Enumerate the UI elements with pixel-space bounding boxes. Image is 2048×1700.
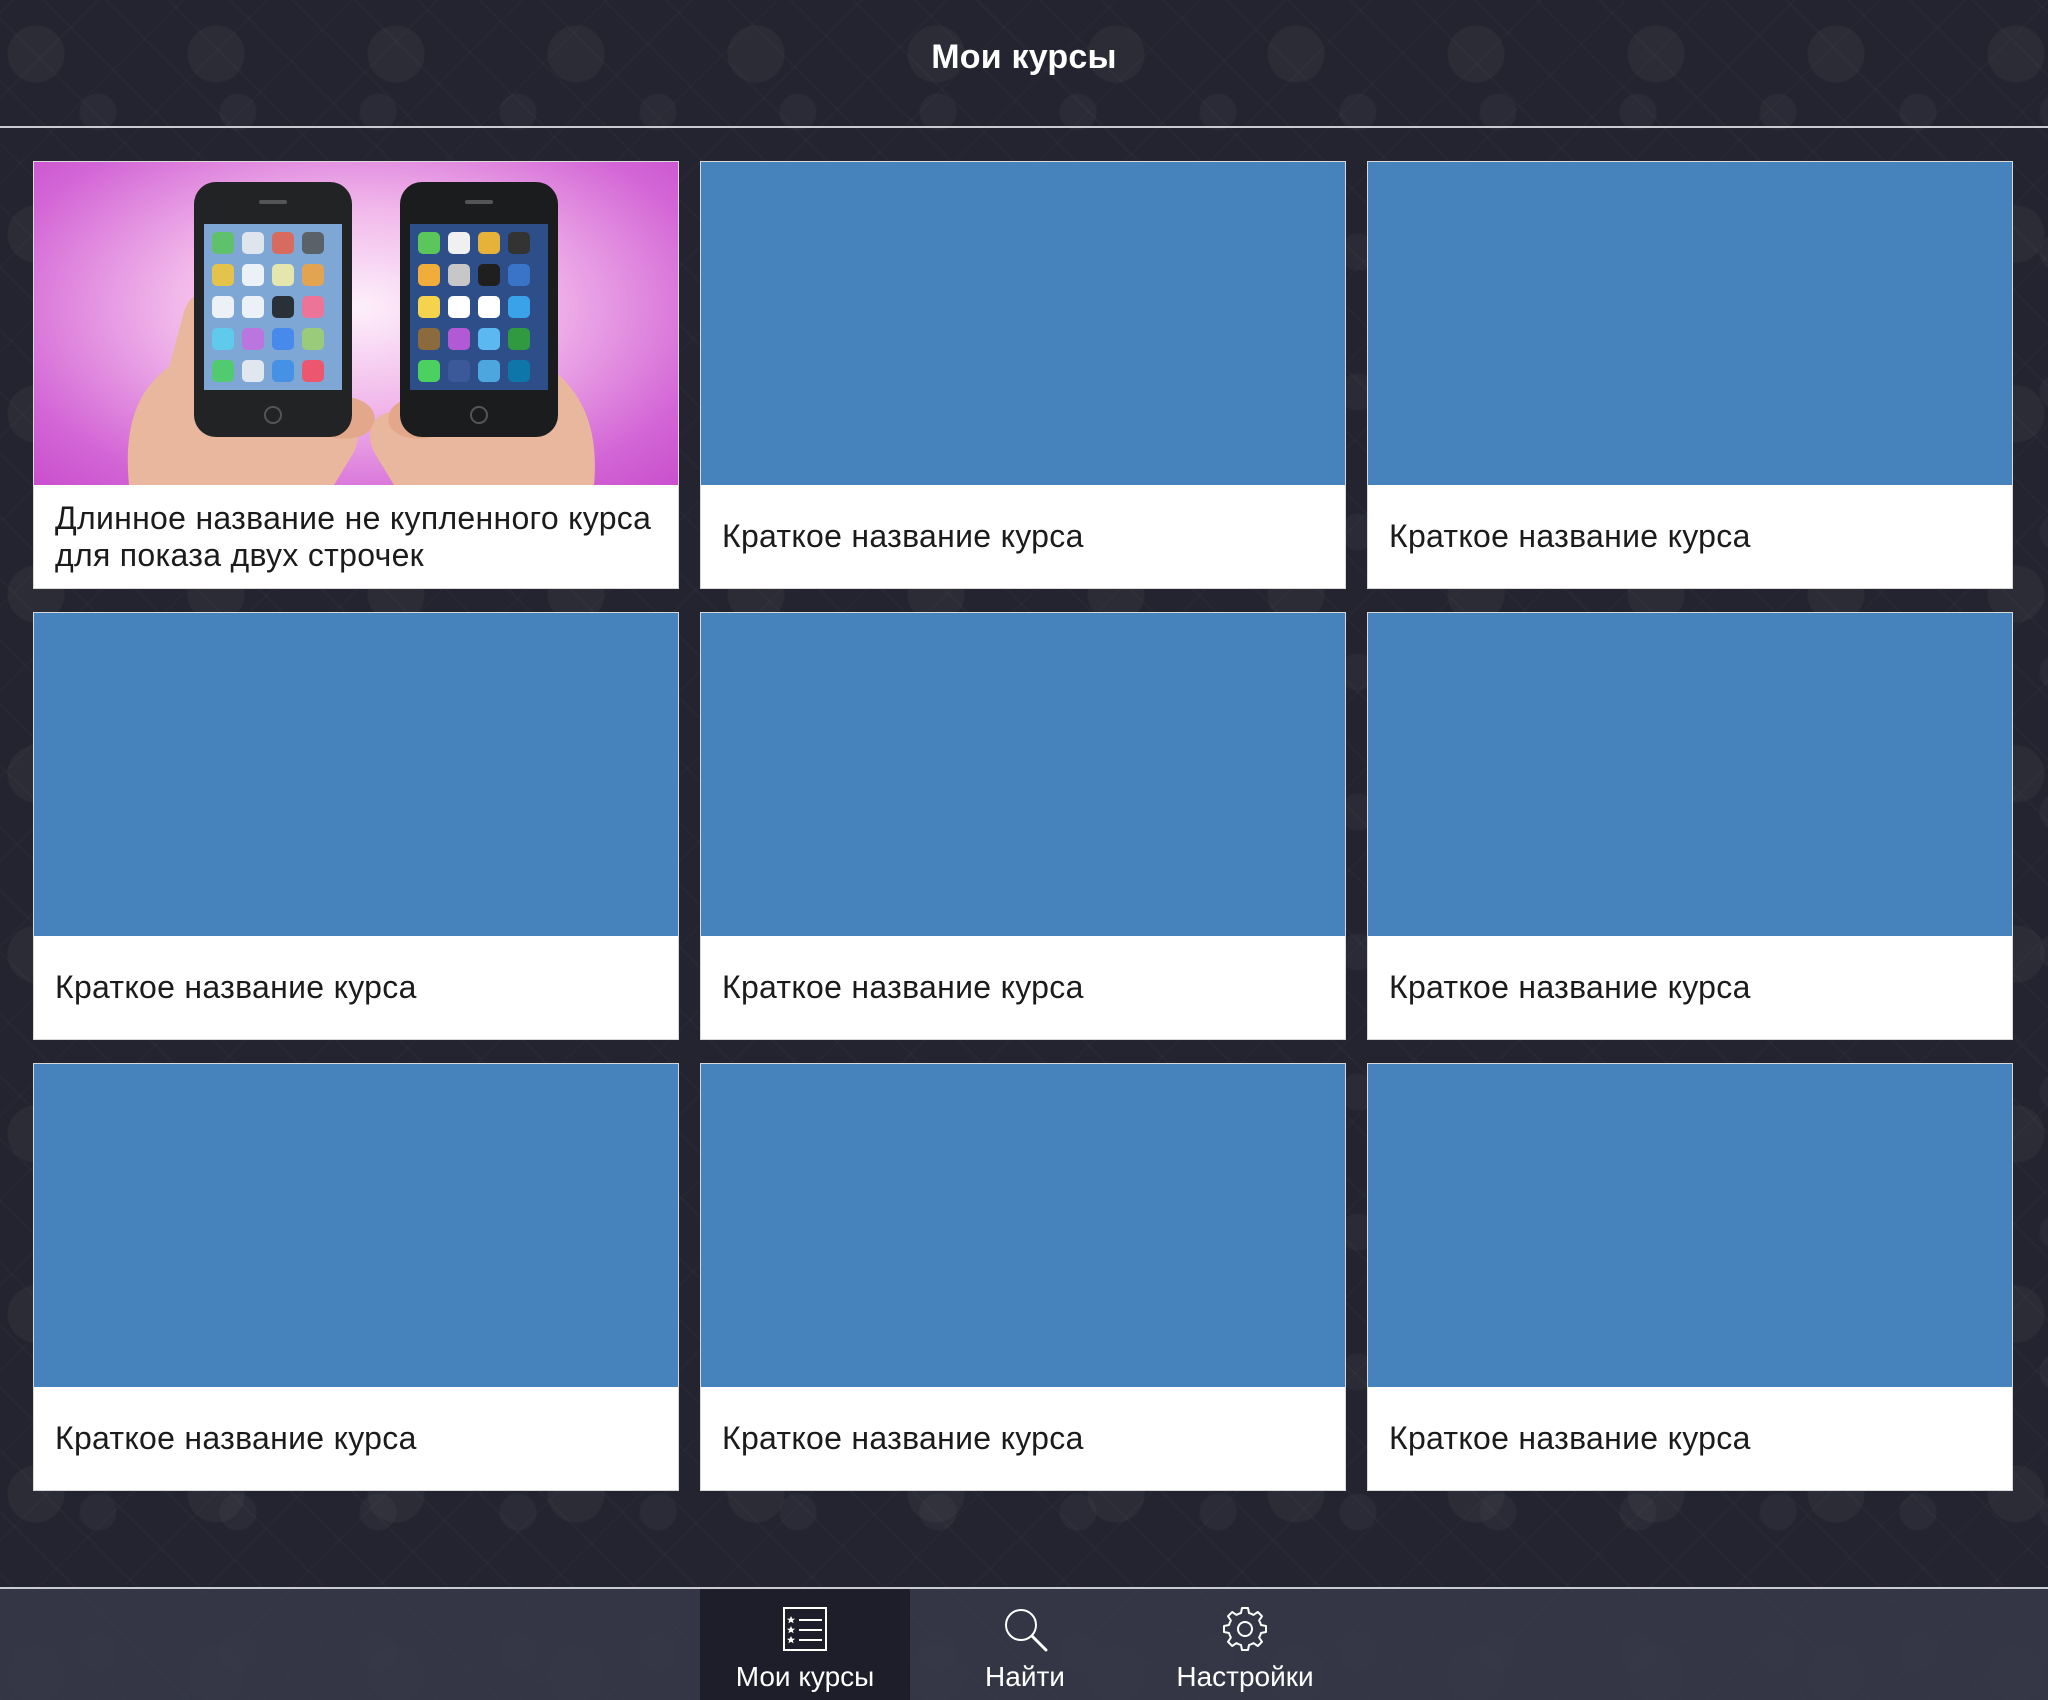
course-cover-placeholder — [34, 613, 678, 936]
course-card[interactable]: Краткое название курса — [700, 1063, 1346, 1491]
course-title: Краткое название курса — [722, 1420, 1084, 1456]
tab-label: Найти — [985, 1661, 1065, 1692]
course-cover-placeholder — [701, 162, 1345, 485]
course-title: Длинное название не купленного курса для… — [55, 499, 652, 573]
course-cover-image — [34, 162, 678, 485]
course-title: Краткое название курса — [1389, 1420, 1751, 1456]
course-cover-placeholder — [34, 1064, 678, 1387]
tab-my-courses[interactable]: Мои курсы — [700, 1589, 910, 1700]
navigation-bar: Мои курсы — [0, 0, 2048, 128]
course-title: Краткое название курса — [722, 969, 1084, 1005]
list-icon — [783, 1607, 827, 1651]
course-card[interactable]: Краткое название курса — [700, 161, 1346, 589]
course-card[interactable]: Краткое название курса — [1367, 612, 2013, 1040]
course-card[interactable]: Краткое название курса — [33, 612, 679, 1040]
course-title: Краткое название курса — [1389, 518, 1751, 554]
course-cover-placeholder — [1368, 162, 2012, 485]
course-title: Краткое название курса — [55, 969, 417, 1005]
search-icon — [1005, 1609, 1048, 1652]
tab-settings[interactable]: Настройки — [1140, 1589, 1350, 1700]
course-card[interactable]: Краткое название курса — [1367, 161, 2013, 589]
course-card[interactable]: Краткое название курса — [700, 612, 1346, 1040]
course-title: Краткое название курса — [1389, 969, 1751, 1005]
phones-illustration — [127, 182, 595, 485]
course-cover-placeholder — [701, 1064, 1345, 1387]
course-title: Краткое название курса — [55, 1420, 417, 1456]
tab-bar: Мои курсы Найти Настройки — [0, 1587, 2048, 1700]
course-cover-placeholder — [701, 613, 1345, 936]
course-cover-placeholder — [1368, 1064, 2012, 1387]
course-card[interactable]: Длинное название не купленного курса для… — [33, 161, 679, 589]
course-cover-placeholder — [1368, 613, 2012, 936]
gear-icon — [1223, 1607, 1267, 1651]
course-card[interactable]: Краткое название курса — [1367, 1063, 2013, 1491]
tab-label: Настройки — [1176, 1661, 1314, 1692]
page-title: Мои курсы — [931, 37, 1117, 76]
course-title: Краткое название курса — [722, 518, 1084, 554]
course-grid: Длинное название не купленного курса для… — [33, 161, 2015, 1491]
tab-search[interactable]: Найти — [930, 1589, 1120, 1700]
course-card[interactable]: Краткое название курса — [33, 1063, 679, 1491]
tab-label: Мои курсы — [735, 1661, 875, 1692]
